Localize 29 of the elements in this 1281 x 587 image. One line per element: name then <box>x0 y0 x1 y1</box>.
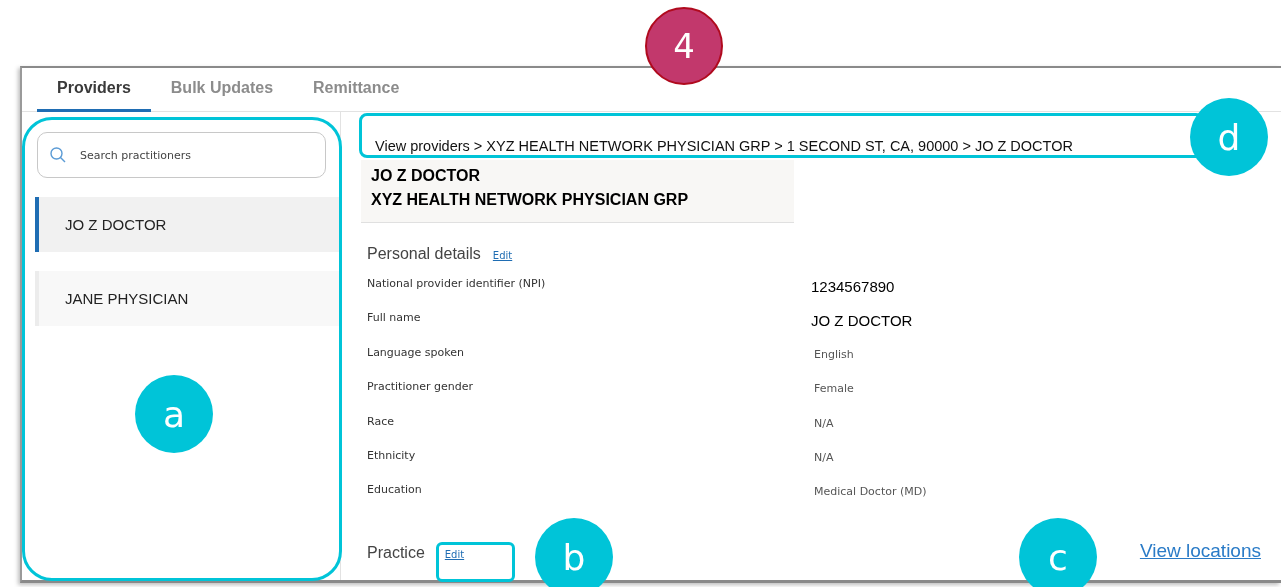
field-label: Ethnicity <box>367 448 417 462</box>
provider-group: XYZ HEALTH NETWORK PHYSICIAN GRP <box>371 188 784 212</box>
field-value: Female <box>813 382 854 396</box>
field-value: JO Z DOCTOR <box>811 312 913 330</box>
field-value: English <box>813 347 854 361</box>
field-label: Language spoken <box>367 345 465 359</box>
view-locations-link[interactable]: View locations <box>1139 539 1261 562</box>
edit-link[interactable]: Edit <box>492 250 513 261</box>
field-label: Full name <box>367 311 422 325</box>
practitioner-item[interactable]: JANE PHYSICIAN <box>35 271 340 326</box>
search-field[interactable]: Search practitioners <box>37 132 326 178</box>
field-label: Race <box>367 414 395 428</box>
section-title: Practice <box>367 543 425 562</box>
field-label: National provider identifier (NPI) <box>367 277 547 290</box>
tab[interactable]: Providers <box>37 68 151 112</box>
breadcrumb[interactable]: View providers > XYZ HEALTH NETWORK PHYSICIAN GRP > 1 SECOND ST, CA, 90000 > JO Z DOCTOR <box>375 138 1073 160</box>
field-value: Medical Doctor (MD) <box>813 485 927 499</box>
section-title: Personal details <box>367 245 481 263</box>
tab[interactable]: Bulk Updates <box>150 68 294 112</box>
callout-badge: 4 <box>645 7 723 85</box>
field-value: N/A <box>813 450 834 464</box>
field-value: 1234567890 <box>811 278 895 295</box>
field-label: Education <box>367 483 423 497</box>
provider-name: JO Z DOCTOR <box>371 166 482 186</box>
edit-link[interactable]: Edit <box>444 548 465 560</box>
tab[interactable]: Remittance <box>293 68 420 112</box>
field-label: Practitioner gender <box>367 380 474 394</box>
field-value: N/A <box>813 416 834 430</box>
practitioner-item[interactable]: JO Z DOCTOR <box>35 197 340 252</box>
